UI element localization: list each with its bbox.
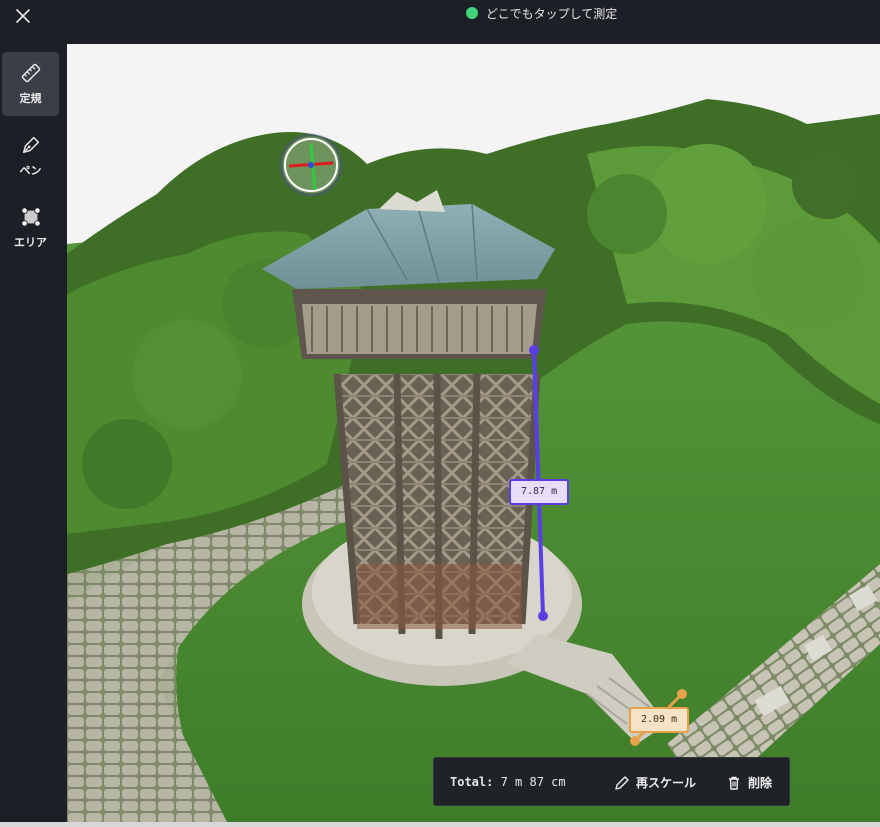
top-bar: どこでもタップして測定 <box>0 0 880 44</box>
measurement-label-primary[interactable]: 7.87 m <box>509 479 570 505</box>
status-text: どこでもタップして測定 <box>486 6 618 21</box>
delete-label: 削除 <box>748 776 773 790</box>
area-icon <box>20 207 41 227</box>
tool-area-label: エリア <box>14 236 47 249</box>
orientation-gizmo[interactable] <box>279 133 343 197</box>
status-indicator: どこでもタップして測定 <box>466 5 617 21</box>
tool-ruler[interactable]: 定規 <box>2 52 59 116</box>
tool-ruler-label: 定規 <box>19 92 42 105</box>
delete-button[interactable]: 削除 <box>726 774 772 791</box>
total-value: 7 m 87 cm <box>500 774 566 789</box>
bottom-strip <box>0 822 880 827</box>
measurement-toolbar: Total: 7 m 87 cm 再スケール 削除 <box>433 757 790 806</box>
tower-3d-model <box>67 99 880 822</box>
tool-pen-label: ペン <box>19 164 42 177</box>
total-readout: Total: 7 m 87 cm <box>450 775 566 789</box>
ruler-icon <box>21 63 40 83</box>
trash-icon <box>729 776 739 790</box>
close-icon <box>16 9 30 23</box>
model-viewport[interactable] <box>67 44 880 822</box>
measurement-label-secondary[interactable]: 2.09 m <box>629 707 690 733</box>
total-label: Total: <box>450 774 494 789</box>
close-button[interactable] <box>10 3 36 29</box>
tool-sidebar: 定規 ペン エリア <box>0 44 67 827</box>
rescale-button[interactable]: 再スケール <box>614 774 696 791</box>
pencil-icon <box>615 775 629 790</box>
status-dot <box>466 7 478 19</box>
pen-icon <box>22 136 39 154</box>
tool-area[interactable]: エリア <box>2 196 59 260</box>
tool-pen[interactable]: ペン <box>2 124 59 188</box>
rescale-label: 再スケール <box>636 776 697 790</box>
